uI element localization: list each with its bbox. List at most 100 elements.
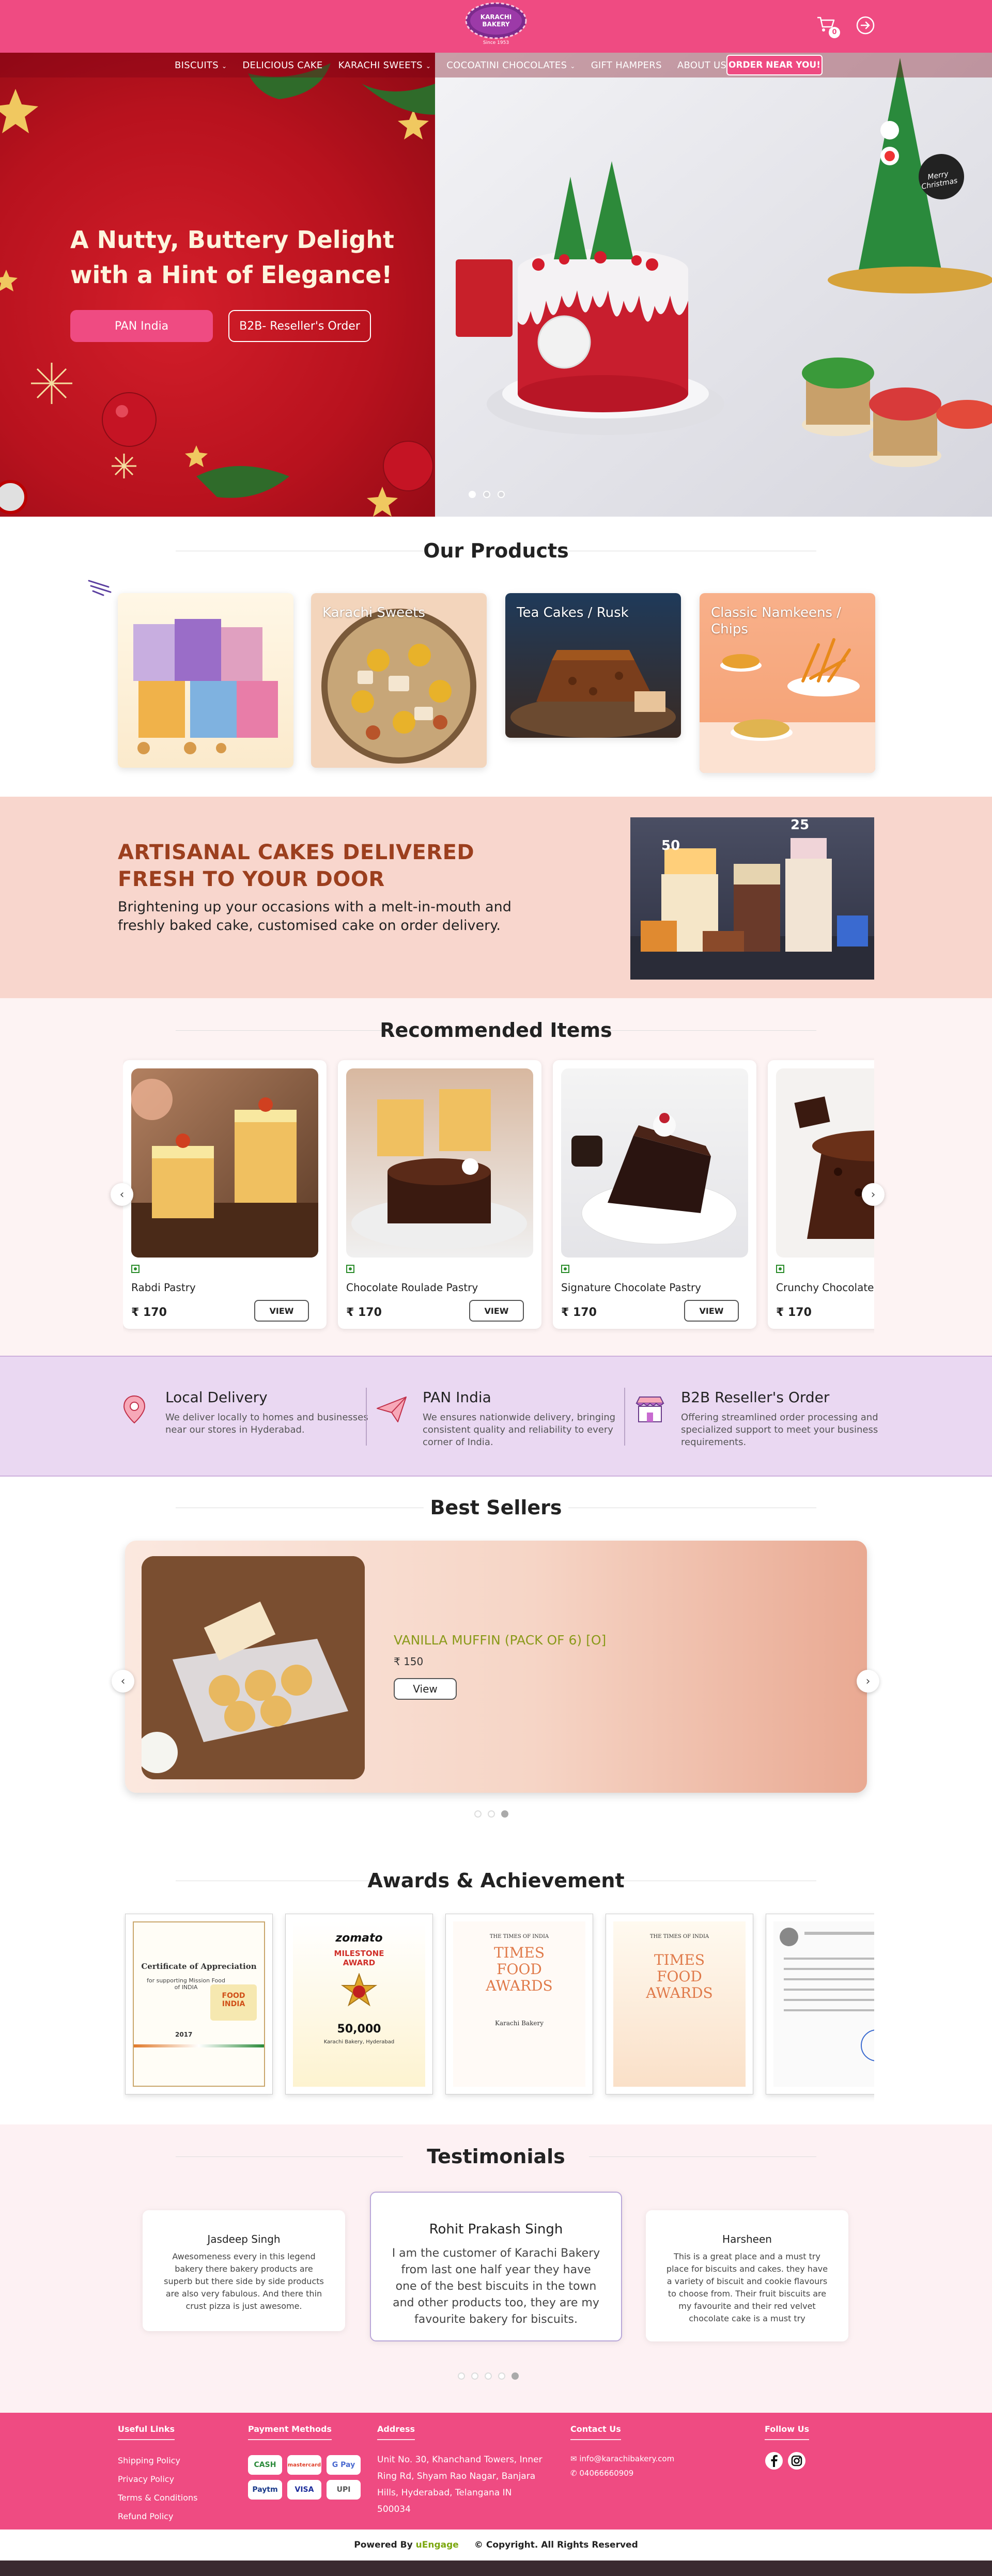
pager-dot[interactable] (485, 2372, 492, 2380)
pager-dot[interactable] (488, 1810, 495, 1818)
product-card-crunchy-chocolate[interactable]: Crunchy Chocolate ₹ 170 (768, 1060, 874, 1329)
pager-dot[interactable] (474, 1810, 482, 1818)
award-times-food-1[interactable]: THE TIMES OF INDIA TIMES FOOD AWARDS Kar… (445, 1914, 593, 2094)
view-button[interactable]: VIEW (684, 1300, 739, 1322)
view-button[interactable]: VIEW (254, 1300, 309, 1322)
award-year: 2017 (175, 2031, 193, 2038)
footer-follow-us: Follow Us (765, 2424, 810, 2470)
signature-chocolate-photo (561, 1068, 748, 1258)
christmas-cake-photo (435, 53, 992, 517)
product-card-chocolate-roulade-pastry[interactable]: Chocolate Roulade Pastry ₹ 170 VIEW (338, 1060, 541, 1329)
best-seller-view-button[interactable]: View (394, 1678, 457, 1700)
privacy-policy-link[interactable]: Privacy Policy (118, 2470, 197, 2489)
nav-label: COCOATINI CHOCOLATES (446, 59, 567, 71)
product-label: Tea Cakes / Rusk (517, 605, 629, 620)
certificate-document-image (780, 1928, 874, 2061)
pager-dot-active[interactable] (512, 2372, 519, 2380)
footer-heading: Payment Methods (248, 2424, 332, 2440)
footer-heading: Useful Links (118, 2424, 175, 2440)
hero-slide-dot-2[interactable] (483, 491, 490, 498)
award-certificate-appreciation[interactable]: Certificate of Appreciation for supporti… (125, 1914, 273, 2094)
recommended-carousel: Rabdi Pastry ₹ 170 VIEW Chocolate Roulad… (123, 998, 874, 1356)
order-near-you-button[interactable]: ORDER NEAR YOU! (726, 55, 823, 75)
award-zomato-milestone[interactable]: zomato MILESTONE AWARD 50,000 Karachi Ba… (285, 1914, 433, 2094)
award-heading: TIMES FOOD AWARDS (486, 1944, 553, 1994)
bestseller-next-button[interactable]: › (857, 1670, 879, 1693)
carousel-next-button[interactable]: › (862, 1183, 885, 1206)
chevron-left-icon: ‹ (120, 1674, 126, 1688)
nav-gift-hampers[interactable]: GIFT HAMPERS (591, 60, 662, 71)
section-title: Testimonials (427, 2145, 565, 2168)
phone-link[interactable]: ✆ 04066660909 (570, 2466, 674, 2480)
zomato-logo-text: zomato (335, 1932, 383, 1945)
award-heading: TIMES FOOD AWARDS (646, 1951, 713, 2001)
nav-cocoatini-chocolates[interactable]: COCOATINI CHOCOLATES ⌄ (446, 60, 575, 71)
product-name: Crunchy Chocolate (776, 1281, 874, 1294)
award-certificate-5[interactable] (766, 1914, 874, 2094)
medal-icon (340, 1973, 378, 2007)
product-card-rabdi-pastry[interactable]: Rabdi Pastry ₹ 170 VIEW (123, 1060, 327, 1329)
testimonial-name: Jasdeep Singh (207, 2233, 281, 2245)
hero-slider-dots (469, 491, 505, 498)
email-link[interactable]: ✉ info@karachibakery.com (570, 2451, 674, 2466)
refund-policy-link[interactable]: Refund Policy (118, 2507, 197, 2526)
chevron-right-icon: › (865, 1674, 871, 1688)
feature-title: PAN India (423, 1389, 491, 1406)
awards-heading: Awards & Achievement (0, 1869, 992, 1892)
product-price: ₹ 170 (131, 1306, 167, 1319)
crunchy-chocolate-photo (776, 1068, 874, 1258)
pager-dot-active[interactable] (501, 1810, 508, 1818)
hero-slide-dot-3[interactable] (498, 491, 505, 498)
login-button[interactable] (856, 15, 875, 35)
logo-tagline: Since 1953 (483, 40, 509, 45)
veg-icon (776, 1265, 784, 1273)
mail-icon: ✉ (570, 2454, 577, 2463)
pager-dot[interactable] (498, 2372, 505, 2380)
view-button[interactable]: VIEW (469, 1300, 524, 1322)
copyright-bar: Powered By uEngage © Copyright. All Righ… (0, 2530, 992, 2561)
awards-carousel: Certificate of Appreciation for supporti… (123, 1906, 874, 2103)
our-products-heading: Our Products (0, 539, 992, 562)
uengage-link[interactable]: uEngage (416, 2540, 459, 2550)
terms-conditions-link[interactable]: Terms & Conditions (118, 2489, 197, 2507)
carousel-prev-button[interactable]: ‹ (111, 1183, 133, 1206)
karachi-bakery-logo[interactable]: KARACHI BAKERY Since 1953 (464, 1, 528, 48)
testimonials-section: Testimonials Jasdeep Singh Awesomeness e… (0, 2124, 992, 2413)
artisanal-subtitle: Brightening up your occasions with a mel… (118, 899, 512, 934)
product-card-classic-namkeens[interactable]: Classic Namkeens / Chips (700, 593, 875, 773)
chevron-down-icon: ⌄ (222, 62, 227, 70)
award-times-food-2[interactable]: THE TIMES OF INDIA TIMES FOOD AWARDS (606, 1914, 753, 2094)
cake-topper-50: 50 (661, 838, 680, 854)
testimonials-pager (458, 2372, 519, 2380)
hero-slide-dot-1[interactable] (469, 491, 476, 498)
pager-dot[interactable] (471, 2372, 478, 2380)
product-card-biscuits[interactable] (118, 593, 293, 768)
nav-karachi-sweets[interactable]: KARACHI SWEETS ⌄ (338, 60, 431, 71)
best-seller-card[interactable]: VANILLA MUFFIN (PACK OF 6) [O] ₹ 150 Vie… (125, 1541, 867, 1793)
product-card-signature-chocolate-pastry[interactable]: Signature Chocolate Pastry ₹ 170 VIEW (553, 1060, 756, 1329)
instagram-icon[interactable] (787, 2451, 806, 2470)
pager-dot[interactable] (458, 2372, 465, 2380)
footer-heading: Address (377, 2424, 415, 2440)
b2b-reseller-button[interactable]: B2B- Reseller's Order (228, 310, 371, 342)
features-strip: Local Delivery We deliver locally to hom… (0, 1356, 992, 1477)
pan-india-button[interactable]: PAN India (70, 310, 213, 342)
nav-delicious-cake[interactable]: DELICIOUS CAKE (242, 60, 322, 71)
artisanal-cakes-banner: ARTISANAL CAKES DELIVERED FRESH TO YOUR … (0, 797, 992, 998)
product-card-karachi-sweets[interactable]: Karachi Sweets (311, 593, 487, 768)
product-card-tea-cakes-rusk[interactable]: Tea Cakes / Rusk (505, 593, 681, 738)
award-sub: Karachi Bakery (495, 2020, 544, 2027)
facebook-icon[interactable] (765, 2451, 783, 2470)
section-title: Awards & Achievement (367, 1869, 625, 1892)
biscuit-boxes-photo (133, 619, 278, 754)
nav-label: ABOUT US (677, 59, 727, 71)
footer-contact: Contact Us ✉ info@karachibakery.com ✆ 04… (570, 2424, 674, 2480)
feature-desc: Offering streamlined order processing an… (681, 1412, 878, 1448)
nav-biscuits[interactable]: BISCUITS ⌄ (175, 60, 227, 71)
location-pin-icon (123, 1395, 146, 1424)
shipping-policy-link[interactable]: Shipping Policy (118, 2451, 197, 2470)
hero-banner: Merry Christmas A Nutty, Buttery Delight… (0, 53, 992, 517)
cash-icon: CASH (248, 2455, 282, 2475)
testimonial-name: Rohit Prakash Singh (429, 2222, 563, 2237)
bestseller-prev-button[interactable]: ‹ (112, 1670, 134, 1693)
